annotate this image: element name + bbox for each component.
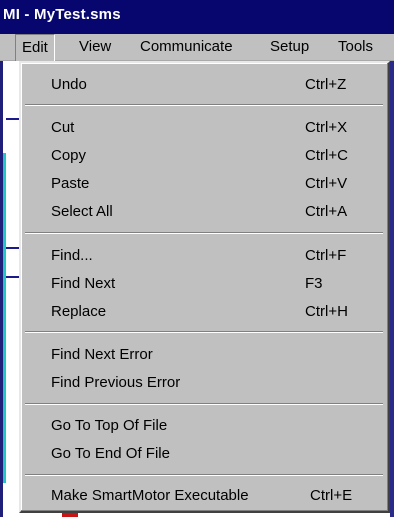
menu-item-label: Make SmartMotor Executable <box>51 487 249 504</box>
menu-item-undo[interactable]: Undo Ctrl+Z <box>21 72 388 98</box>
menu-bar: Edit View Communicate Setup Tools <box>0 34 394 61</box>
menu-item-find-next[interactable]: Find Next F3 <box>21 271 388 297</box>
menu-item-label: Find... <box>51 247 93 264</box>
menu-item-find-previous-error[interactable]: Find Previous Error <box>21 370 388 396</box>
menu-item-label: Paste <box>51 175 90 192</box>
menu-tools[interactable]: Tools <box>338 34 373 61</box>
menu-separator <box>25 232 383 234</box>
menu-item-make-executable[interactable]: Make SmartMotor Executable Ctrl+E <box>21 483 388 509</box>
menu-item-find-next-error[interactable]: Find Next Error <box>21 342 388 368</box>
menu-communicate[interactable]: Communicate <box>140 34 233 61</box>
editor-line-marker <box>6 247 19 249</box>
menu-item-shortcut: Ctrl+Z <box>305 76 347 93</box>
editor-line-marker <box>6 118 19 120</box>
menu-separator <box>25 331 383 333</box>
menu-item-label: Undo <box>51 76 87 93</box>
edit-menu-dropdown: Undo Ctrl+Z Cut Ctrl+X Copy Ctrl+C Paste… <box>19 61 390 513</box>
menu-item-shortcut: Ctrl+X <box>305 119 348 136</box>
menu-item-label: Find Next Error <box>51 346 153 363</box>
menu-item-label: Replace <box>51 303 107 320</box>
menu-item-paste[interactable]: Paste Ctrl+V <box>21 171 388 197</box>
window-title: MI - MyTest.sms <box>3 6 121 23</box>
menu-separator <box>25 104 383 106</box>
menu-separator <box>25 403 383 405</box>
window-right-edge <box>390 61 394 517</box>
title-bar: MI - MyTest.sms <box>0 0 394 34</box>
editor-selection-bar <box>3 153 6 483</box>
menu-item-shortcut: F3 <box>305 275 323 292</box>
menu-item-label: Go To End Of File <box>51 445 170 462</box>
menu-item-shortcut: Ctrl+A <box>305 203 348 220</box>
menu-view[interactable]: View <box>79 34 111 61</box>
editor-line-marker <box>6 276 19 278</box>
menu-item-shortcut: Ctrl+C <box>305 147 348 164</box>
menu-item-label: Select All <box>51 203 113 220</box>
menu-item-label: Copy <box>51 147 87 164</box>
menu-item-find[interactable]: Find... Ctrl+F <box>21 243 388 269</box>
menu-item-label: Find Next <box>51 275 116 292</box>
menu-item-go-to-top[interactable]: Go To Top Of File <box>21 413 388 439</box>
menu-setup[interactable]: Setup <box>270 34 309 61</box>
menu-item-shortcut: Ctrl+E <box>310 487 353 504</box>
menu-item-label: Cut <box>51 119 75 136</box>
menu-item-shortcut: Ctrl+F <box>305 247 347 264</box>
menu-item-cut[interactable]: Cut Ctrl+X <box>21 115 388 141</box>
menu-item-replace[interactable]: Replace Ctrl+H <box>21 299 388 325</box>
menu-item-label: Find Previous Error <box>51 374 181 391</box>
menu-item-copy[interactable]: Copy Ctrl+C <box>21 143 388 169</box>
menu-item-select-all[interactable]: Select All Ctrl+A <box>21 199 388 225</box>
menu-item-shortcut: Ctrl+H <box>305 303 348 320</box>
menu-item-label: Go To Top Of File <box>51 417 168 434</box>
menu-edit[interactable]: Edit <box>15 34 55 61</box>
menu-item-go-to-end[interactable]: Go To End Of File <box>21 441 388 467</box>
menu-item-shortcut: Ctrl+V <box>305 175 348 192</box>
editor-window-edge <box>0 61 19 517</box>
menu-separator <box>25 474 383 476</box>
